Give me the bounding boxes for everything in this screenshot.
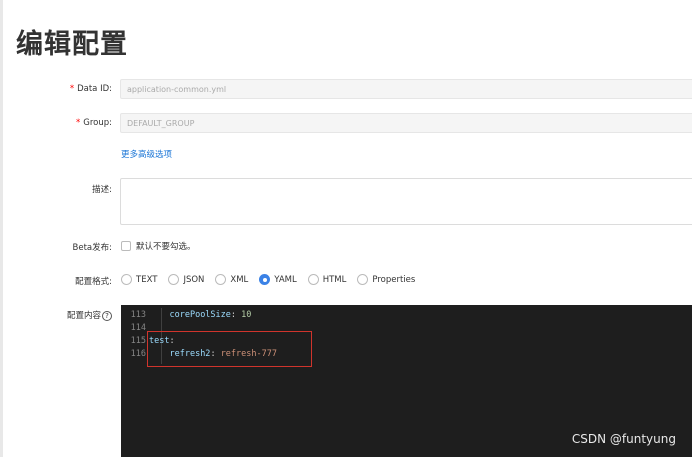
beta-checkbox[interactable]	[121, 241, 131, 251]
beta-checkbox-label: 默认不要勾选。	[136, 242, 196, 252]
beta-option[interactable]: 默认不要勾选。	[121, 240, 196, 252]
watermark: CSDN @funtyung	[571, 432, 676, 446]
radio-circle[interactable]	[215, 274, 227, 285]
highlight-annotation-box	[147, 331, 312, 367]
advanced-options-link[interactable]: 更多高级选项	[121, 148, 172, 160]
radio-circle[interactable]	[121, 274, 132, 285]
radio-circle[interactable]	[307, 274, 319, 285]
content-label: 配置内容?	[67, 309, 112, 321]
beta-label: Beta发布:	[72, 243, 112, 253]
radio-circle-selected[interactable]	[259, 274, 271, 285]
page-title: 编辑配置	[16, 29, 128, 60]
radio-yaml[interactable]: YAML	[259, 274, 297, 285]
description-label: 描述:	[92, 185, 112, 195]
group-label: * Group:	[76, 118, 112, 128]
data-id-label: * Data ID:	[69, 84, 112, 94]
group-input[interactable]: DEFAULT_GROUP	[120, 113, 692, 133]
radio-text[interactable]: TEXT	[121, 274, 157, 285]
left-border	[0, 0, 3, 457]
radio-json[interactable]: JSON	[168, 274, 204, 285]
radio-circle[interactable]	[168, 274, 180, 285]
help-icon[interactable]: ?	[102, 310, 112, 321]
radio-properties[interactable]: Properties	[357, 274, 415, 285]
code-line: 113 corePoolSize: 10	[130, 309, 252, 320]
radio-html[interactable]: HTML	[307, 274, 346, 285]
format-label: 配置格式:	[75, 277, 112, 287]
radio-circle[interactable]	[357, 274, 369, 285]
description-textarea[interactable]	[120, 178, 692, 225]
radio-xml[interactable]: XML	[215, 274, 248, 285]
format-radio-group: TEXT JSON XML YAML HTML Properties	[121, 274, 426, 285]
data-id-input[interactable]: application-common.yml	[120, 79, 692, 99]
